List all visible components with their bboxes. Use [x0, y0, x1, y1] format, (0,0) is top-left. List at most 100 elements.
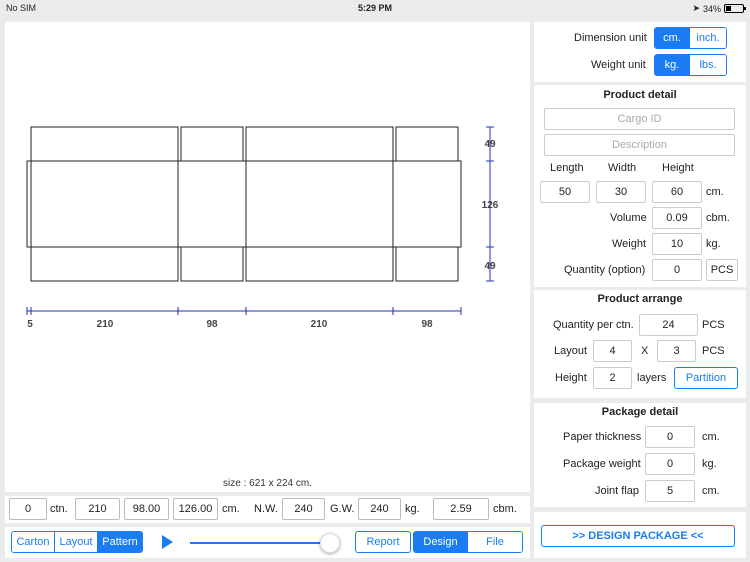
- battery-icon: [724, 4, 746, 13]
- package-detail-title: Package detail: [601, 406, 679, 418]
- package-detail-panel: Package detail Paper thickness 0 cm. Pac…: [534, 403, 746, 507]
- body-panel-2: [177, 160, 247, 248]
- paper-thickness-input[interactable]: 0: [645, 426, 695, 448]
- dim-bottom-1: 5: [27, 319, 33, 330]
- layout-unit: PCS: [702, 345, 725, 357]
- location-arrow-icon: ➤: [692, 3, 700, 13]
- qty-per-ctn-label: Quantity per ctn.: [553, 319, 634, 331]
- length-total-field[interactable]: 210: [75, 498, 120, 520]
- quantity-input[interactable]: 0: [652, 259, 702, 281]
- product-weight-unit: kg.: [706, 238, 721, 250]
- product-detail-panel: Product detail Cargo ID Description Leng…: [534, 85, 746, 287]
- quantity-label: Quantity (option): [564, 264, 646, 276]
- layers-label: layers: [637, 372, 667, 384]
- layers-input[interactable]: 2: [593, 367, 632, 389]
- volume-unit: cbm.: [706, 212, 730, 224]
- weight-label: Weight: [612, 238, 647, 250]
- weight-unit-label: Weight unit: [591, 59, 646, 71]
- animation-slider-track[interactable]: [190, 542, 340, 544]
- design-package-button[interactable]: >> DESIGN PACKAGE <<: [541, 525, 735, 547]
- cbm-label: cbm.: [493, 503, 517, 515]
- height-total-field[interactable]: 126.00: [173, 498, 218, 520]
- dim-right-2: 126: [482, 200, 499, 211]
- weight-lbs-button[interactable]: lbs.: [690, 55, 726, 75]
- ctn-label: ctn.: [50, 503, 68, 515]
- weight-unit-control: kg. lbs.: [654, 54, 727, 76]
- width-total-field[interactable]: 98.00: [124, 498, 169, 520]
- length-label: Length: [550, 162, 584, 174]
- package-weight-input[interactable]: 0: [645, 453, 695, 475]
- design-mode-button[interactable]: Design: [414, 532, 468, 552]
- dim-bottom-3: 98: [206, 319, 218, 330]
- view-segmented-control: Carton Layout Pattern: [11, 531, 143, 553]
- cbm-field[interactable]: 2.59: [433, 498, 489, 520]
- dim-right-3: 49: [484, 261, 496, 272]
- paper-thickness-label: Paper thickness: [563, 431, 642, 443]
- bottom-flap-4: [395, 246, 459, 282]
- body-panel-3: [245, 160, 394, 248]
- view-pattern-button[interactable]: Pattern: [98, 532, 142, 552]
- weight-kg-button[interactable]: kg.: [655, 55, 690, 75]
- product-arrange-title: Product arrange: [597, 293, 683, 305]
- package-weight-unit: kg.: [702, 458, 717, 470]
- length-input[interactable]: 50: [540, 181, 590, 203]
- file-mode-button[interactable]: File: [468, 532, 522, 552]
- glue-flap: [26, 160, 32, 248]
- paper-thickness-unit: cm.: [702, 431, 720, 443]
- carton-count-field[interactable]: 0: [9, 498, 47, 520]
- top-flap-2: [180, 126, 244, 162]
- status-bar: No SIM 5:29 PM ➤ 34%: [0, 0, 750, 18]
- view-layout-button[interactable]: Layout: [55, 532, 98, 552]
- bottom-toolbar: Carton Layout Pattern Report Design File: [5, 527, 530, 558]
- report-button[interactable]: Report: [355, 531, 411, 553]
- dimension-cm-button[interactable]: cm.: [655, 28, 690, 48]
- joint-flap-label: Joint flap: [595, 485, 640, 497]
- volume-label: Volume: [610, 212, 647, 224]
- layout-b-input[interactable]: 3: [657, 340, 696, 362]
- layout-a-input[interactable]: 4: [593, 340, 632, 362]
- net-weight-field[interactable]: 240: [282, 498, 325, 520]
- carton-pattern-drawing: 49 126 49 5 210 98 210 98: [26, 126, 499, 330]
- layout-x-label: X: [641, 345, 649, 357]
- layout-label: Layout: [554, 345, 588, 357]
- product-detail-title: Product detail: [603, 89, 677, 101]
- body-panel-1: [30, 160, 179, 248]
- summary-weight-unit: kg.: [405, 503, 420, 515]
- weight-input[interactable]: 10: [652, 233, 702, 255]
- top-flap-3: [245, 126, 394, 162]
- top-flap-4: [395, 126, 459, 162]
- height-input[interactable]: 60: [652, 181, 702, 203]
- dim-bottom-2: 210: [97, 319, 114, 330]
- dim-right-1: 49: [484, 139, 496, 150]
- dimension-unit-label: Dimension unit: [574, 32, 647, 44]
- gross-weight-field[interactable]: 240: [358, 498, 401, 520]
- description-input[interactable]: Description: [544, 134, 735, 156]
- qty-per-ctn-field[interactable]: 24: [639, 314, 698, 336]
- clock: 5:29 PM: [357, 3, 392, 13]
- volume-field[interactable]: 0.09: [652, 207, 702, 229]
- product-arrange-panel: Product arrange Quantity per ctn. 24 PCS…: [534, 290, 746, 398]
- view-carton-button[interactable]: Carton: [12, 532, 55, 552]
- dimension-unit-control: cm. inch.: [654, 27, 727, 49]
- bottom-flap-2: [180, 246, 244, 282]
- bottom-flap-3: [245, 246, 394, 282]
- qty-per-ctn-unit: PCS: [702, 319, 725, 331]
- body-panel-4: [392, 160, 462, 248]
- dim-bottom-5: 98: [421, 319, 433, 330]
- layer-height-label: Height: [555, 372, 587, 384]
- summary-bar: 0 ctn. 210 98.00 126.00 cm. N.W. 240 G.W…: [5, 496, 530, 523]
- animation-slider-thumb[interactable]: [319, 533, 340, 553]
- quantity-unit: PCS: [706, 259, 738, 281]
- cargo-id-input[interactable]: Cargo ID: [544, 108, 735, 130]
- play-icon[interactable]: [162, 535, 173, 549]
- battery-percent: 34%: [702, 3, 721, 14]
- package-weight-label: Package weight: [563, 458, 641, 470]
- dim-bottom-4: 210: [311, 319, 328, 330]
- partition-button[interactable]: Partition: [674, 367, 738, 389]
- joint-flap-input[interactable]: 5: [645, 480, 695, 502]
- bottom-flap-1: [30, 246, 179, 282]
- units-panel: Dimension unit cm. inch. Weight unit kg.…: [534, 22, 746, 82]
- width-input[interactable]: 30: [596, 181, 646, 203]
- product-dim-unit: cm.: [706, 186, 724, 198]
- dimension-inch-button[interactable]: inch.: [690, 28, 726, 48]
